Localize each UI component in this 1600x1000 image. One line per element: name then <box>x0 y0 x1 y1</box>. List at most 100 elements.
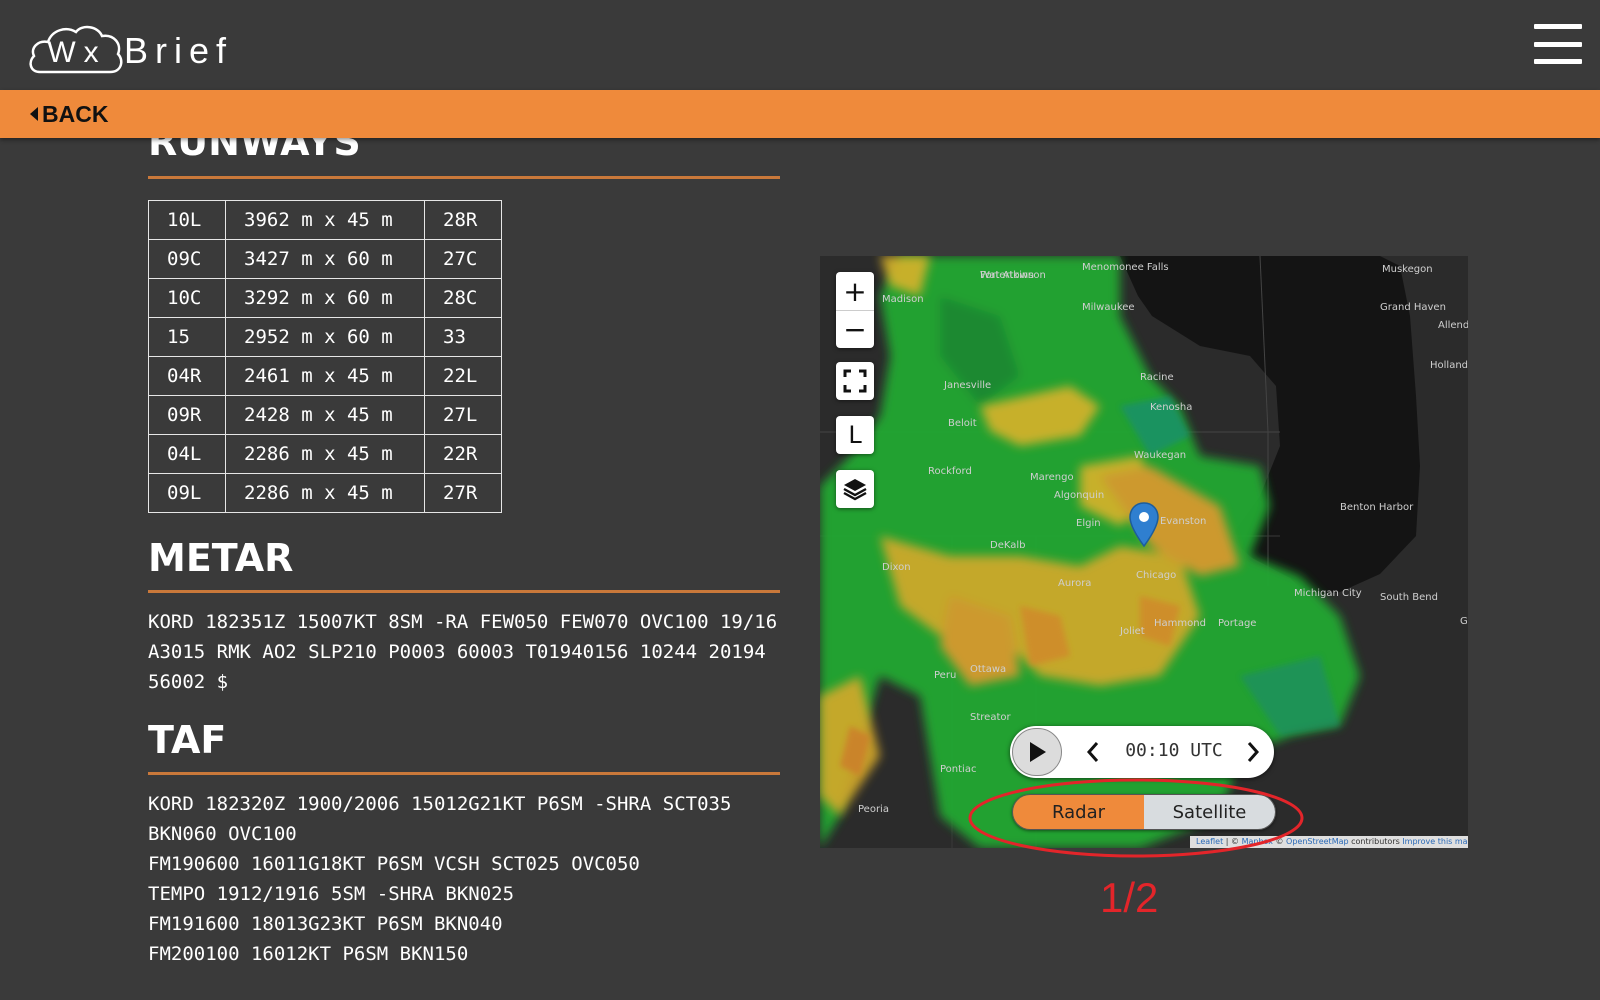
runway-id-cell: 09R <box>148 395 226 435</box>
runway-id-cell: 04R <box>148 356 226 396</box>
map-place-label: Beloit <box>948 418 977 429</box>
hamburger-menu-icon[interactable] <box>1534 24 1582 64</box>
wxbrief-logo[interactable]: Wx Brief <box>26 20 256 76</box>
runway-size-cell: 3292 m x 60 m <box>225 278 425 318</box>
next-frame-button[interactable] <box>1242 738 1264 766</box>
map-place-label: Grand Haven <box>1380 302 1446 313</box>
fullscreen-button[interactable] <box>836 362 874 400</box>
chevron-left-icon <box>1086 742 1099 762</box>
zoom-controls: + − <box>836 272 874 348</box>
runway-size-cell: 2428 m x 45 m <box>225 395 425 435</box>
section-divider <box>148 590 780 593</box>
runway-opposite-cell: 22R <box>424 434 502 474</box>
location-pin-icon[interactable] <box>1128 502 1160 548</box>
map-place-label: Fort Atkinson <box>980 270 1046 281</box>
section-divider <box>148 772 780 775</box>
runway-opposite-cell: 22L <box>424 356 502 396</box>
logo-brief-text: Brief <box>124 30 234 71</box>
taf-line: FM191600 18013G23KT P6SM BKN040 <box>148 913 503 935</box>
taf-line: FM200100 16012KT P6SM BKN150 <box>148 943 469 965</box>
metar-heading: METAR <box>148 536 294 580</box>
menu-bar <box>1534 41 1582 47</box>
fullscreen-icon <box>843 369 867 393</box>
play-button[interactable] <box>1012 728 1062 776</box>
back-bar: BACK <box>0 90 1600 138</box>
taf-report: KORD 182320Z 1900/2006 15012G21KT P6SM -… <box>148 789 788 969</box>
back-button[interactable]: BACK <box>30 100 108 128</box>
map-place-label: Rockford <box>928 466 972 477</box>
runway-opposite-cell: 33 <box>424 317 502 357</box>
map-place-label: Michigan City <box>1294 588 1362 599</box>
attribution-contributors: contributors <box>1348 837 1403 846</box>
runway-size-cell: 2461 m x 45 m <box>225 356 425 396</box>
map-place-label: Madison <box>882 294 924 305</box>
map-place-label: Muskegon <box>1382 264 1433 275</box>
menu-bar <box>1534 59 1582 64</box>
map-place-label: Pontiac <box>940 764 977 775</box>
runway-row: 04L 2286 m x 45 m 22R <box>148 434 502 474</box>
runway-id-cell: 09C <box>148 239 226 279</box>
frame-time: 00:10 UTC <box>1125 740 1223 761</box>
map-place-label: DeKalb <box>990 540 1026 551</box>
runway-id-cell: 04L <box>148 434 226 474</box>
runway-row: 15 2952 m x 60 m 33 <box>148 317 502 357</box>
previous-frame-button[interactable] <box>1082 738 1104 766</box>
map-place-label: Aurora <box>1058 578 1092 589</box>
logo-wx-text: Wx <box>47 36 107 69</box>
layers-icon <box>843 479 867 501</box>
map-place-label: Hammond <box>1154 618 1206 629</box>
map-place-label: Marengo <box>1030 472 1074 483</box>
runway-size-cell: 2952 m x 60 m <box>225 317 425 357</box>
menu-bar <box>1534 24 1582 29</box>
metar-report: KORD 182351Z 15007KT 8SM -RA FEW050 FEW0… <box>148 611 778 693</box>
radar-map[interactable]: Muskegon Grand Haven Allendale Holland Menom… <box>820 256 1468 848</box>
caret-left-icon <box>30 107 38 121</box>
runway-row: 04R 2461 m x 45 m 22L <box>148 356 502 396</box>
back-label: BACK <box>42 100 109 127</box>
map-place-label: Portage <box>1218 618 1257 629</box>
map-place-label: Peru <box>934 670 957 681</box>
zoom-out-button[interactable]: − <box>836 310 874 348</box>
map-place-label: Janesville <box>944 380 992 391</box>
map-place-label: Holland <box>1430 360 1468 371</box>
runway-opposite-cell: 28C <box>424 278 502 318</box>
legend-button[interactable]: L <box>836 416 874 454</box>
taf-heading: TAF <box>148 718 227 762</box>
map-place-label: Kenosha <box>1150 402 1193 413</box>
improve-map-link[interactable]: Improve this map <box>1402 837 1468 846</box>
app-header: Wx Brief <box>0 0 1600 90</box>
taf-line: FM190600 16011G18KT P6SM VCSH SCT025 OVC… <box>148 853 640 875</box>
runway-id-cell: 10L <box>148 200 226 240</box>
map-place-label: Dixon <box>882 562 911 573</box>
map-place-label: Allendale <box>1438 320 1468 331</box>
map-place-label: Evanston <box>1160 516 1207 527</box>
runway-size-cell: 2286 m x 45 m <box>225 434 425 474</box>
taf-line: TEMPO 1912/1916 5SM -SHRA BKN025 <box>148 883 515 905</box>
animation-player: 00:10 UTC <box>1010 726 1274 778</box>
taf-line: KORD 182320Z 1900/2006 15012G21KT P6SM -… <box>148 793 732 845</box>
runway-row: 10L 3962 m x 45 m 28R <box>148 200 502 240</box>
runway-size-cell: 3962 m x 45 m <box>225 200 425 240</box>
map-place-label: Algonquin <box>1054 490 1105 501</box>
map-place-label: Elgin <box>1076 518 1101 529</box>
map-place-label: Milwaukee <box>1082 302 1135 313</box>
runway-row: 09C 3427 m x 60 m 27C <box>148 239 502 279</box>
runway-row: 09R 2428 m x 45 m 27L <box>148 395 502 435</box>
runway-opposite-cell: 27R <box>424 473 502 513</box>
map-place-label: Waukegan <box>1134 450 1187 461</box>
runway-row: 10C 3292 m x 60 m 28C <box>148 278 502 318</box>
runway-opposite-cell: 27L <box>424 395 502 435</box>
play-icon <box>1030 742 1046 762</box>
layers-button[interactable] <box>836 470 874 508</box>
runways-table: 10L 3962 m x 45 m 28R 09C 3427 m x 60 m 27C 10… <box>148 200 502 513</box>
page-counter: 1/2 <box>1100 874 1159 921</box>
runway-opposite-cell: 28R <box>424 200 502 240</box>
cloud-logo-icon: Wx <box>26 22 124 74</box>
map-place-label: Ottawa <box>970 664 1007 675</box>
runway-id-cell: 09L <box>148 473 226 513</box>
map-place-label: Peoria <box>858 804 889 815</box>
zoom-in-button[interactable]: + <box>836 272 874 310</box>
map-place-label: Streator <box>970 712 1011 723</box>
highlight-ellipse-annotation <box>968 778 1304 858</box>
map-place-label: South Bend <box>1380 592 1438 603</box>
